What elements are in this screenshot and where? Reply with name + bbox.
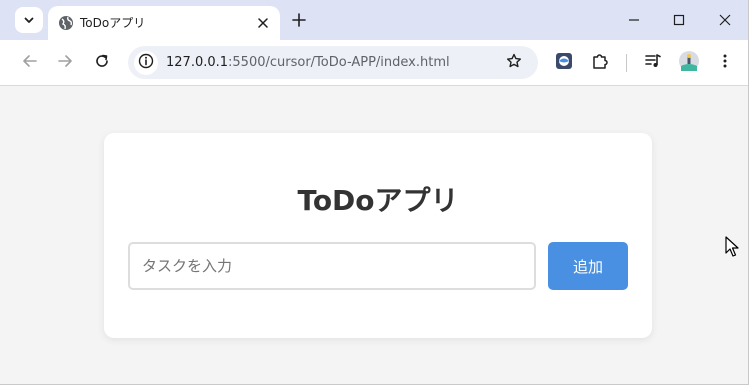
mouse-cursor-icon [725,236,739,258]
globe-icon [58,15,74,31]
close-icon [719,11,731,30]
tab-strip: ToDoアプリ [0,0,748,40]
more-vertical-icon [717,53,733,73]
plus-icon [292,12,306,31]
url-path: :5500/cursor/ToDo-APP/index.html [228,55,450,70]
chevron-down-icon [23,11,35,30]
star-icon [506,53,522,73]
address-bar[interactable]: 127.0.0.1:5500/cursor/ToDo-APP/index.htm… [128,46,538,79]
browser-menu-button[interactable] [712,50,738,76]
tab-title: ToDoアプリ [80,16,146,30]
url-host: 127.0.0.1 [166,55,229,70]
browser-window: ToDoアプリ 127.0.0.1:5500/cursor/ToDo-APP/i… [0,0,749,385]
reload-button[interactable] [89,50,115,76]
bookmark-button[interactable] [504,53,524,73]
playlist-music-icon [644,52,662,74]
new-tab-button[interactable] [288,10,310,32]
avatar [679,51,699,75]
task-input[interactable] [128,242,536,290]
close-window-button[interactable] [710,8,740,32]
info-icon [138,53,154,73]
page-viewport: ToDoアプリ 追加 [0,87,748,384]
add-button[interactable]: 追加 [548,242,628,290]
minimize-icon [628,11,640,30]
media-control-button[interactable] [640,50,666,76]
arrow-right-icon [57,53,73,73]
profile-button[interactable] [676,50,702,76]
minimize-button[interactable] [619,8,649,32]
puzzle-icon [591,52,609,74]
back-button[interactable] [17,50,43,76]
url-text: 127.0.0.1:5500/cursor/ToDo-APP/index.htm… [166,55,450,71]
page-title: ToDoアプリ [297,184,459,217]
toolbar-divider [626,54,627,72]
tab-search-button[interactable] [15,7,43,33]
site-info-button[interactable] [134,51,158,75]
reload-icon [94,53,110,73]
maximize-button[interactable] [664,8,694,32]
extension-logo-icon [555,52,573,74]
browser-toolbar: 127.0.0.1:5500/cursor/ToDo-APP/index.htm… [0,40,748,86]
arrow-left-icon [22,53,38,73]
extension-button[interactable] [551,50,577,76]
extensions-menu-button[interactable] [587,50,613,76]
todo-card: ToDoアプリ 追加 [104,133,652,338]
tab-active[interactable]: ToDoアプリ [48,6,280,40]
forward-button[interactable] [52,50,78,76]
tab-close-icon[interactable] [254,14,272,32]
maximize-icon [673,11,685,30]
